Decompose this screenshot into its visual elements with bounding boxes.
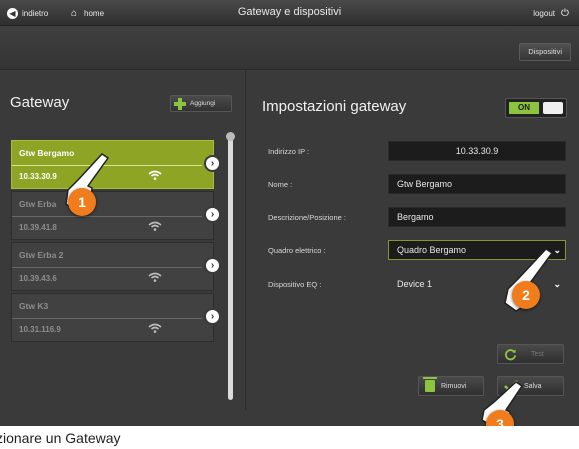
plus-icon <box>174 97 186 110</box>
scrollbar-knob[interactable] <box>226 132 235 141</box>
callout-2: 2 <box>512 281 540 309</box>
settings-title: Impostazioni gateway <box>262 98 407 115</box>
chevron-right-icon[interactable]: › <box>204 257 221 274</box>
gateway-name: Gtw Erba 2 <box>19 250 64 260</box>
toggle-knob <box>543 102 563 114</box>
panel-divider <box>245 70 246 410</box>
add-gateway-button[interactable]: Aggiungi <box>170 95 232 112</box>
sub-bar: Dispositivi <box>0 26 579 70</box>
scrollbar-track[interactable] <box>228 138 233 400</box>
chevron-right-icon[interactable]: › <box>204 155 221 172</box>
ip-label: Indirizzo IP : <box>268 147 310 156</box>
caption-text: zionare un Gateway <box>0 430 121 446</box>
quadro-value: Quadro Bergamo <box>397 245 467 255</box>
power-icon: ⏻ <box>561 7 569 19</box>
gateway-name: Gtw Erba <box>19 199 57 209</box>
gateway-item[interactable]: Gtw Bergamo 10.33.30.9 › <box>11 140 221 189</box>
gateway-ip: 10.39.41.8 <box>19 223 57 232</box>
gateway-item[interactable]: Gtw Erba 10.39.41.8 › <box>11 191 221 240</box>
gateway-ip: 10.39.43.6 <box>19 274 57 283</box>
logout-button[interactable]: logout ⏻ <box>533 6 571 20</box>
wifi-icon <box>148 221 162 231</box>
top-bar: ◀ indietro ⌂ home Gateway e dispositivi … <box>0 0 579 26</box>
description-label: Descrizione/Posizione : <box>268 213 346 222</box>
gateway-item[interactable]: Gtw K3 10.31.116.9 › <box>11 293 221 342</box>
remove-label: Rimuovi <box>441 382 467 390</box>
chevron-right-icon[interactable]: › <box>204 308 221 325</box>
ip-field[interactable]: 10.33.30.9 <box>388 141 566 161</box>
gateway-ip: 10.33.30.9 <box>19 172 57 181</box>
wifi-icon <box>148 323 162 333</box>
name-label: Nome : <box>268 180 293 189</box>
gateway-toggle[interactable]: ON <box>505 98 567 118</box>
gateway-title: Gateway <box>10 94 70 111</box>
dispositivi-button[interactable]: Dispositivi <box>519 43 571 61</box>
app-window: ◀ indietro ⌂ home Gateway e dispositivi … <box>0 0 579 426</box>
eq-label: Dispositivo EQ : <box>268 280 322 289</box>
quadro-label: Quadro elettrico : <box>268 246 326 255</box>
gateway-item[interactable]: Gtw Erba 2 10.39.43.6 › <box>11 242 221 291</box>
add-label: Aggiungi <box>190 100 216 107</box>
test-label: Test <box>531 350 544 358</box>
name-field[interactable]: Gtw Bergamo <box>388 174 566 194</box>
gateway-panel: Gateway Aggiungi Gtw Bergamo 10.33.30.9 … <box>8 88 235 404</box>
chevron-right-icon[interactable]: › <box>204 206 221 223</box>
description-field[interactable]: Bergamo <box>388 207 566 227</box>
page-title: Gateway e dispositivi <box>237 6 342 18</box>
test-button[interactable]: Test <box>497 344 564 364</box>
gateway-separator <box>12 318 202 319</box>
gateway-separator <box>12 267 202 268</box>
callout-1: 1 <box>68 188 96 216</box>
wifi-icon <box>148 170 162 180</box>
eq-value: Device 1 <box>397 279 433 289</box>
gateway-name: Gtw K3 <box>19 301 49 311</box>
remove-button[interactable]: Rimuovi <box>418 376 484 396</box>
refresh-icon <box>504 348 517 360</box>
toggle-on-label: ON <box>509 102 539 114</box>
logout-label: logout <box>533 8 555 18</box>
trash-icon <box>423 377 437 392</box>
gateway-ip: 10.31.116.9 <box>19 325 61 334</box>
wifi-icon <box>148 272 162 282</box>
